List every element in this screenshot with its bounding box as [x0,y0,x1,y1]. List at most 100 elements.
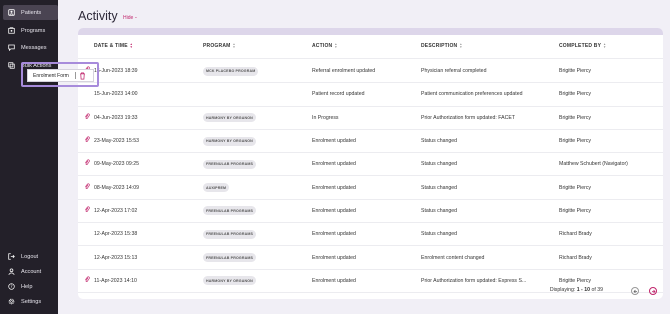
program-badge: HARMONY BY ORGANON [203,276,256,286]
account-icon [8,268,15,275]
hide-toggle[interactable]: Hide ⌃ [123,15,138,21]
table-row[interactable]: 15-Jun-2023 14:00 Patient record updated P… [78,83,663,107]
column-header-date[interactable]: DATE & TIME ▲ ▼ [94,43,133,50]
sidebar-item-logout[interactable]: Logout [0,249,38,264]
table-row[interactable]: 08-May-2023 14:09 AUXIPREM Enrolment updat… [78,177,663,200]
paperclip-icon[interactable] [84,136,90,143]
paperclip-icon[interactable] [84,159,90,166]
cell-completed-by-text: Brigitte Piercy [559,277,591,284]
next-page-button[interactable] [649,287,657,295]
cell-program: FREENULAB PROGRAMS [203,246,257,268]
column-label: COMPLETED BY [559,43,602,49]
table-row[interactable]: 12-Apr-2023 15:38 FREENULAB PROGRAMS Enrol… [78,223,663,247]
attachment-popup[interactable]: Enrolment Form [27,69,94,82]
cell-action-text: Enrolment updated [312,277,356,284]
cell-description: Status changed [421,177,457,199]
sidebar-item-label: Programs [21,27,46,34]
cell-completed-by: Richard Brady [559,246,592,268]
sidebar-item-programs[interactable]: Programs [0,23,45,38]
bulk-actions-icon [8,62,15,69]
cell-description-text: Prior Authorization form updated: Expres… [421,277,527,284]
total-count: of 39 [591,287,603,293]
cell-program: FREENULAB PROGRAMS [203,200,257,222]
cell-description: Status changed [421,200,457,222]
cell-description-text: Prior Authorization form updated: FACET [421,114,515,121]
cell-description: Physician referral completed [421,60,486,82]
cell-completed-by: Brigitte Piercy [559,60,591,82]
table-row[interactable]: 04-Jun-2023 19:33 HARMONY BY ORGANON In Pr… [78,107,663,130]
sidebar-item-label: Logout [21,253,39,260]
sort-icon: ▲ ▼ [459,42,463,49]
cell-date-text: 23-May-2023 15:53 [94,138,139,145]
settings-icon [8,298,15,305]
cell-date: 04-Jun-2023 19:33 [94,107,138,129]
table-row[interactable]: 12-Apr-2023 15:13 FREENULAB PROGRAMS Enrol… [78,246,663,270]
table-row[interactable]: 09-May-2023 09:25 FREENULAB PROGRAMS Enrol… [78,153,663,177]
column-header-description[interactable]: DESCRIPTION ▲ ▼ [421,42,463,50]
sort-icon: ▲ ▼ [334,42,338,49]
column-header-action[interactable]: ACTION ▲ ▼ [312,42,338,50]
sidebar-item-messages[interactable]: Messages [0,40,47,55]
help-icon: ? [8,283,15,290]
sidebar-item-label: Bulk Actions [21,62,52,69]
column-label: DESCRIPTION [421,43,458,49]
cell-program: MCK PLACEBO PROGRAM [203,60,259,82]
paperclip-icon[interactable] [84,113,90,120]
cell-description-text: Status changed [421,231,458,238]
paperclip-icon[interactable] [84,276,90,283]
cell-action: Enrolment updated [312,130,356,152]
cell-date-text: 12-Apr-2023 17:02 [94,207,138,214]
sidebar-item-help[interactable]: ? Help [0,279,33,294]
prev-page-button[interactable] [631,287,639,295]
sidebar-item-patients[interactable]: Patients [3,5,58,20]
activity-card: DATE & TIME ▲ ▼ PROGRAM ▲ ▼ ACTION ▲ ▼ DESC… [78,28,663,299]
cell-action-text: Enrolment updated [312,207,356,214]
paperclip-icon[interactable] [84,206,90,213]
column-header-program[interactable]: PROGRAM ▲ ▼ [203,43,236,50]
cell-action-text: Enrolment updated [312,184,356,191]
cell-completed-by-text: Brigitte Piercy [559,68,591,75]
cell-description-text: Status changed [421,138,458,145]
cell-action: Enrolment updated [312,270,356,292]
column-header-completed-by[interactable]: COMPLETED BY ▲ ▼ [559,43,606,50]
cell-date: 23-May-2023 15:53 [94,130,139,152]
cell-date: 09-May-2023 09:25 [94,153,139,175]
cell-date-text: 12-Apr-2023 15:13 [94,254,138,261]
cell-date-text: 04-Jun-2023 19:33 [94,114,138,121]
programs-icon [8,27,15,34]
cell-date: 11-Apr-2023 14:10 [94,270,137,292]
program-badge: FREENULAB PROGRAMS [203,159,257,169]
cell-program: FREENULAB PROGRAMS [203,223,257,245]
sidebar-item-label: Patients [21,9,42,16]
column-label: DATE & TIME [94,43,128,49]
cell-description-text: Status changed [421,161,458,168]
cell-completed-by-text: Matthew Schubert (Navigator) [559,161,628,168]
cell-description: Status changed [421,130,457,152]
table-row[interactable]: 23-May-2023 15:53 HARMONY BY ORGANON Enrol… [78,130,663,154]
trash-icon[interactable] [79,71,86,80]
cell-date: 12-Apr-2023 17:02 [94,200,137,222]
sidebar-item-settings[interactable]: Settings [0,294,41,309]
table-row[interactable]: 12-Apr-2023 17:02 FREENULAB PROGRAMS Enrol… [78,200,663,224]
cell-date: 15-Jun-2023 14:00 [94,83,138,105]
svg-text:?: ? [10,284,12,289]
cell-description-text: Enrolment content changed [421,254,485,261]
cell-program: HARMONY BY ORGANON [203,270,256,292]
cell-description: Status changed [421,153,457,175]
program-badge: HARMONY BY ORGANON [203,113,256,123]
enrolment-form-link[interactable]: Enrolment Form [33,73,69,79]
sidebar-item-account[interactable]: Account [0,264,41,279]
cell-date-text: 15-Jun-2023 14:00 [94,91,138,98]
cell-program: FREENULAB PROGRAMS [203,153,257,175]
program-badge: HARMONY BY ORGANON [203,136,256,146]
cell-action-text: Patient record updated [312,91,365,98]
cell-action-text: Enrolment updated [312,161,356,168]
table-row[interactable]: 15-Jun-2023 18:39 MCK PLACEBO PROGRAM Refe… [78,60,663,84]
sidebar: Patients Programs Messages Bulk Actions … [0,0,58,314]
cell-completed-by: Richard Brady [559,223,592,245]
cell-description: Patient communication preferences update… [421,83,523,105]
paperclip-icon[interactable] [84,182,90,190]
cell-action: Enrolment updated [312,200,356,222]
column-label: PROGRAM [203,43,231,49]
cell-action: Enrolment updated [312,177,356,199]
